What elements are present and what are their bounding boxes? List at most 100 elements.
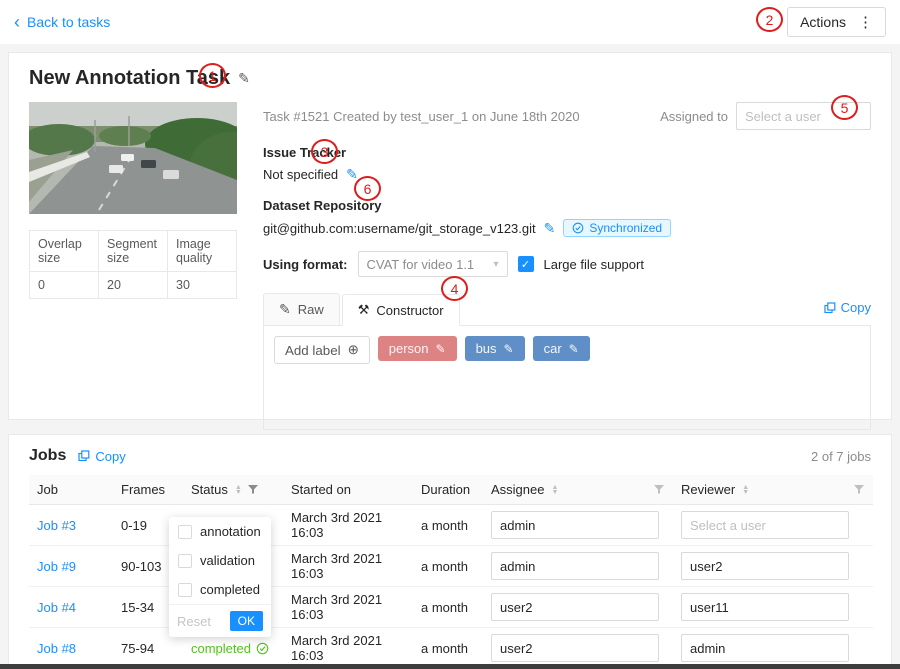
job-row-3: Job #3 0-19 March 3rd 2021 16:03 a month xyxy=(29,505,873,546)
reviewer-input[interactable] xyxy=(681,552,849,580)
tab-constructor-label: Constructor xyxy=(376,303,443,318)
edit-repository-icon[interactable]: ✎ xyxy=(544,220,556,237)
annotation-circle-2: 2 xyxy=(756,7,783,32)
job-started: March 3rd 2021 16:03 xyxy=(283,505,413,546)
status-sort-icon[interactable]: ▲▼ xyxy=(235,485,242,495)
assignee-input[interactable] xyxy=(491,634,659,662)
checkbox-annotation[interactable] xyxy=(178,525,192,539)
annotation-circle-1: 1 xyxy=(199,63,226,88)
param-value-overlap: 0 xyxy=(30,272,99,299)
large-file-label: Large file support xyxy=(544,257,644,272)
param-value-quality: 30 xyxy=(168,272,237,299)
filter-option-annotation-label: annotation xyxy=(200,524,261,539)
bottom-edge-bar xyxy=(0,664,900,669)
job-row-9: Job #9 90-103 March 3rd 2021 16:03 a mon… xyxy=(29,546,873,587)
jobs-count: 2 of 7 jobs xyxy=(811,449,871,464)
label-chip-car[interactable]: car ✎ xyxy=(533,336,590,361)
task-preview-image xyxy=(29,102,237,214)
tab-raw[interactable]: ✎ Raw xyxy=(263,293,340,325)
labels-constructor-panel: Add label ⊕ person ✎ bus ✎ car ✎ xyxy=(263,326,871,430)
large-file-checkbox[interactable]: ✓ xyxy=(518,256,534,272)
filter-option-validation[interactable]: validation xyxy=(169,546,271,575)
annotation-circle-5: 5 xyxy=(831,95,858,120)
assignee-input[interactable] xyxy=(491,552,659,580)
copy-icon xyxy=(78,450,90,462)
checkbox-validation[interactable] xyxy=(178,554,192,568)
copy-labels-label: Copy xyxy=(841,300,871,315)
reviewer-input[interactable] xyxy=(681,593,849,621)
add-label-text: Add label xyxy=(285,343,341,358)
param-header-overlap: Overlap size xyxy=(30,231,99,272)
status-filter-dropdown: annotation validation completed Reset OK xyxy=(169,517,271,637)
job-row-4: Job #4 15-34 March 3rd 2021 16:03 a mont… xyxy=(29,587,873,628)
chevron-left-icon: ‹ xyxy=(14,15,20,29)
sync-status-badge: Synchronized xyxy=(563,219,671,237)
tab-constructor[interactable]: ⚒ Constructor xyxy=(342,294,460,326)
label-chip-person-name: person xyxy=(389,341,429,356)
actions-label: Actions xyxy=(800,14,846,30)
annotation-circle-4: 4 xyxy=(441,276,468,301)
dataset-repository-label: Dataset Repository xyxy=(263,198,871,213)
label-chip-bus[interactable]: bus ✎ xyxy=(465,336,525,361)
filter-ok-button[interactable]: OK xyxy=(230,611,263,631)
assignee-filter-icon[interactable] xyxy=(653,484,665,495)
actions-button[interactable]: Actions ⋮ xyxy=(787,7,886,37)
job-link[interactable]: Job #8 xyxy=(37,641,76,656)
param-header-segment: Segment size xyxy=(99,231,168,272)
back-to-tasks-label: Back to tasks xyxy=(27,14,110,30)
job-link[interactable]: Job #9 xyxy=(37,559,76,574)
copy-icon xyxy=(824,302,836,314)
back-to-tasks-link[interactable]: ‹ Back to tasks xyxy=(14,14,110,30)
jobs-table-header-row: Job Frames Status ▲▼ Started on Duration… xyxy=(29,475,873,505)
jobs-title: Jobs xyxy=(29,447,66,465)
job-started: March 3rd 2021 16:03 xyxy=(283,546,413,587)
task-params-table: Overlap size Segment size Image quality … xyxy=(29,230,237,299)
filter-option-completed-label: completed xyxy=(200,582,260,597)
check-circle-icon xyxy=(256,642,269,655)
filter-option-annotation[interactable]: annotation xyxy=(169,517,271,546)
job-link[interactable]: Job #3 xyxy=(37,518,76,533)
using-format-label: Using format: xyxy=(263,257,348,272)
edit-title-icon[interactable]: ✎ xyxy=(238,70,250,87)
checkbox-completed[interactable] xyxy=(178,583,192,597)
dataset-repository-value: git@github.com:username/git_storage_v123… xyxy=(263,221,536,236)
job-row-8: Job #8 75-94 completed March 3rd 2021 16… xyxy=(29,628,873,669)
labels-tabs: ✎ Raw ⚒ Constructor Copy xyxy=(263,293,871,326)
param-header-quality: Image quality xyxy=(168,231,237,272)
issue-tracker-label: Issue Tracker xyxy=(263,145,871,160)
reviewer-sort-icon[interactable]: ▲▼ xyxy=(742,485,749,495)
assignee-input[interactable] xyxy=(491,511,659,539)
reviewer-input[interactable] xyxy=(681,511,849,539)
copy-jobs-label: Copy xyxy=(95,449,125,464)
filter-reset-button[interactable]: Reset xyxy=(177,614,211,629)
reviewer-filter-icon[interactable] xyxy=(853,484,865,495)
job-started: March 3rd 2021 16:03 xyxy=(283,628,413,669)
label-chip-person[interactable]: person ✎ xyxy=(378,336,457,361)
job-duration: a month xyxy=(413,628,483,669)
col-reviewer: Reviewer xyxy=(681,482,735,497)
edit-label-icon[interactable]: ✎ xyxy=(569,342,579,356)
issue-tracker-value: Not specified xyxy=(263,167,338,182)
filter-option-validation-label: validation xyxy=(200,553,255,568)
filter-option-completed[interactable]: completed xyxy=(169,575,271,604)
job-started: March 3rd 2021 16:03 xyxy=(283,587,413,628)
col-assignee: Assignee xyxy=(491,482,544,497)
job-link[interactable]: Job #4 xyxy=(37,600,76,615)
copy-jobs-button[interactable]: Copy xyxy=(78,449,125,464)
edit-label-icon[interactable]: ✎ xyxy=(504,342,514,356)
assignee-input[interactable] xyxy=(491,593,659,621)
plus-circle-icon: ⊕ xyxy=(348,342,359,358)
status-filter-icon[interactable] xyxy=(247,484,259,495)
reviewer-input[interactable] xyxy=(681,634,849,662)
add-label-button[interactable]: Add label ⊕ xyxy=(274,336,370,364)
format-select[interactable]: CVAT for video 1.1 ▾ xyxy=(358,251,508,277)
job-duration: a month xyxy=(413,546,483,587)
assignee-sort-icon[interactable]: ▲▼ xyxy=(551,485,558,495)
edit-label-icon[interactable]: ✎ xyxy=(436,342,446,356)
chevron-down-icon: ▾ xyxy=(493,259,498,270)
copy-labels-button[interactable]: Copy xyxy=(824,300,871,315)
format-select-value: CVAT for video 1.1 xyxy=(367,257,475,272)
tab-raw-label: Raw xyxy=(298,302,324,317)
job-duration: a month xyxy=(413,505,483,546)
col-duration: Duration xyxy=(421,482,470,497)
